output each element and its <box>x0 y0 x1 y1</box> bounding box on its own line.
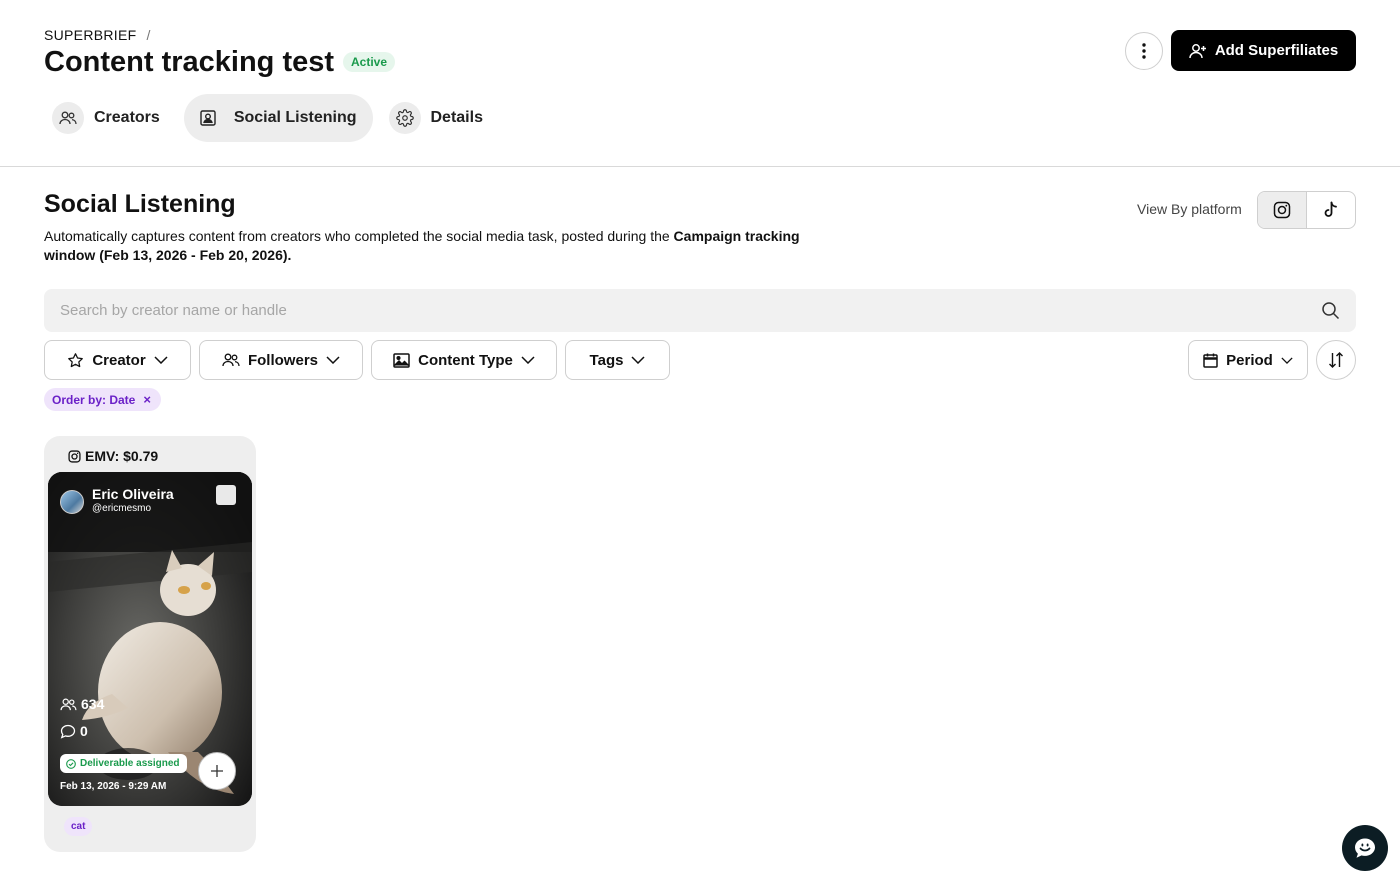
emv-label: EMV: $0.79 <box>85 448 159 464</box>
deliverable-badge: Deliverable assigned <box>60 754 187 773</box>
remove-chip-icon[interactable]: × <box>143 392 151 407</box>
creator-info[interactable]: Eric Oliveira @ericmesmo <box>60 486 174 516</box>
creator-name: Eric Oliveira <box>92 486 174 502</box>
deliverable-label: Deliverable assigned <box>80 758 180 769</box>
tab-details[interactable]: Details <box>381 94 499 142</box>
content-card[interactable]: EMV: $0.79 Eric Oliveira @ericmesmo 634 … <box>44 436 256 852</box>
tab-creators[interactable]: Creators <box>44 94 176 142</box>
platform-toggle <box>1257 191 1356 229</box>
post-date: Feb 13, 2026 - 9:29 AM <box>60 781 167 792</box>
contact-card-icon <box>192 102 224 134</box>
period-filter-button[interactable]: Period <box>1188 340 1308 380</box>
status-badge: Active <box>343 52 396 72</box>
creator-filter-label: Creator <box>92 351 146 369</box>
comments-count: 0 <box>80 723 88 739</box>
followers-stat: 634 <box>60 696 104 712</box>
search-input[interactable] <box>44 289 1356 332</box>
add-superfiliates-label: Add Superfiliates <box>1214 42 1339 59</box>
chat-bubble-icon <box>1355 838 1375 858</box>
check-circle-icon <box>66 758 76 769</box>
add-user-icon <box>1189 43 1206 58</box>
view-by-platform-label: View By platform <box>1137 201 1242 217</box>
add-superfiliates-button[interactable]: Add Superfiliates <box>1171 30 1356 71</box>
tags-filter-button[interactable]: Tags <box>565 340 670 380</box>
more-options-button[interactable] <box>1125 32 1163 70</box>
instagram-icon <box>1273 201 1291 219</box>
kebab-icon <box>1142 43 1146 59</box>
creator-handle: @ericmesmo <box>92 503 152 514</box>
tiktok-icon <box>1324 201 1337 217</box>
page-title: Content tracking test <box>44 46 335 78</box>
tiktok-platform-button[interactable] <box>1307 192 1355 228</box>
breadcrumb: SUPERBRIEF / <box>44 27 151 43</box>
star-icon <box>68 352 84 367</box>
calendar-icon <box>1203 353 1218 368</box>
sort-order-button[interactable] <box>1316 340 1356 380</box>
followers-filter-button[interactable]: Followers <box>199 340 363 380</box>
users-icon <box>52 102 84 134</box>
post-media[interactable]: Eric Oliveira @ericmesmo 634 0 Deliverab… <box>48 472 252 806</box>
gear-icon <box>388 102 421 134</box>
tab-creators-label: Creators <box>94 109 160 126</box>
section-description: Automatically captures content from crea… <box>44 227 834 265</box>
select-checkbox[interactable] <box>216 485 236 505</box>
content-type-filter-button[interactable]: Content Type <box>371 340 557 380</box>
chevron-down-icon <box>326 356 340 364</box>
plus-icon <box>211 765 223 777</box>
chevron-down-icon <box>1281 356 1293 364</box>
chevron-down-icon <box>154 356 168 364</box>
search-bar <box>44 289 1356 332</box>
instagram-icon <box>68 449 81 463</box>
section-description-text: Automatically captures content from crea… <box>44 228 674 244</box>
emv-value: EMV: $0.79 <box>68 448 158 464</box>
chevron-down-icon <box>631 356 645 364</box>
image-icon <box>393 352 410 368</box>
avatar <box>60 490 84 514</box>
search-icon[interactable] <box>1321 301 1340 320</box>
tags-filter-label: Tags <box>589 351 624 369</box>
order-by-chip: Order by: Date × <box>44 388 161 411</box>
creator-filter-button[interactable]: Creator <box>44 340 191 380</box>
breadcrumb-separator: / <box>146 27 151 43</box>
tab-bar: Creators Social Listening Details <box>44 94 499 142</box>
content-tag[interactable]: cat <box>64 817 93 836</box>
tab-details-label: Details <box>430 109 483 126</box>
tab-social-listening-label: Social Listening <box>233 109 357 126</box>
breadcrumb-root[interactable]: SUPERBRIEF <box>44 27 136 43</box>
sort-arrows-icon <box>1329 352 1343 368</box>
page-header: SUPERBRIEF / Content tracking test Activ… <box>0 0 1400 167</box>
content-type-filter-label: Content Type <box>418 351 513 369</box>
section-title: Social Listening <box>44 190 236 218</box>
comments-stat: 0 <box>60 723 88 739</box>
chevron-down-icon <box>521 356 535 364</box>
chat-support-button[interactable] <box>1342 825 1388 871</box>
followers-count: 634 <box>81 696 105 712</box>
users-icon <box>222 353 240 367</box>
followers-filter-label: Followers <box>247 351 318 369</box>
instagram-platform-button[interactable] <box>1258 192 1307 228</box>
order-by-chip-label: Order by: Date <box>52 392 136 407</box>
comment-icon <box>60 724 76 739</box>
period-filter-label: Period <box>1226 351 1273 369</box>
add-to-deliverable-button[interactable] <box>198 752 236 790</box>
tab-social-listening[interactable]: Social Listening <box>183 94 373 142</box>
users-icon <box>60 698 77 710</box>
